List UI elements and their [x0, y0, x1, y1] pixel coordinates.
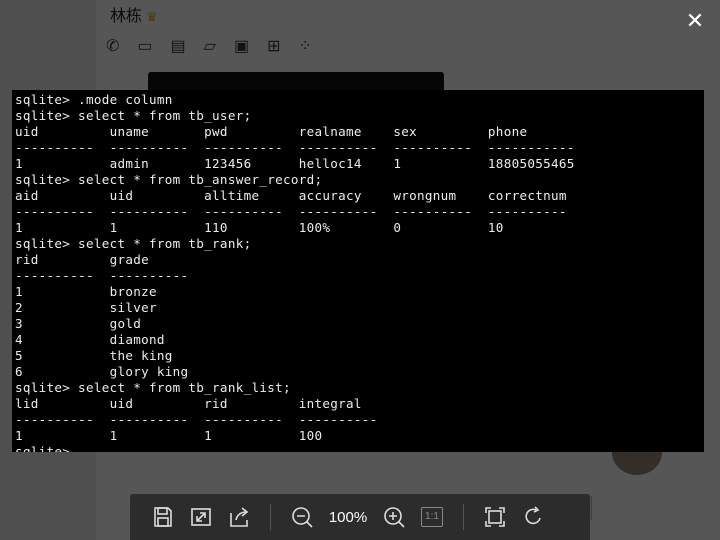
terminal-line: lid uid rid integral [15, 396, 362, 411]
zoom-out-icon [292, 507, 313, 528]
zoom-out-button[interactable] [289, 504, 315, 530]
terminal-line: ---------- ---------- ---------- -------… [15, 412, 378, 427]
terminal-line: ---------- ---------- [15, 268, 189, 283]
terminal-output: sqlite> .mode column sqlite> select * fr… [12, 90, 704, 452]
actual-size-button[interactable]: 1:1 [419, 504, 445, 530]
viewed-image-terminal: sqlite> .mode column sqlite> select * fr… [12, 90, 704, 452]
terminal-line: 6 glory king [15, 364, 189, 379]
terminal-line: 1 1 110 100% 0 10 [15, 220, 504, 235]
terminal-line: sqlite> select * from tb_answer_record; [15, 172, 323, 187]
rotate-icon [525, 506, 541, 525]
terminal-line: uid uname pwd realname sex phone [15, 124, 528, 139]
zoom-in-button[interactable] [381, 504, 407, 530]
terminal-line: 1 admin 123456 helloc14 1 18805055465 [15, 156, 575, 171]
fullscreen-icon [485, 507, 505, 527]
terminal-line: ---------- ---------- ---------- -------… [15, 140, 575, 155]
terminal-line: 1 1 1 100 [15, 428, 323, 443]
terminal-line: rid grade [15, 252, 149, 267]
terminal-line: 5 the king [15, 348, 173, 363]
save-button[interactable] [150, 504, 176, 530]
close-button[interactable]: ✕ [682, 8, 708, 34]
save-icon [154, 507, 172, 527]
terminal-line: sqlite> select * from tb_user; [15, 108, 252, 123]
image-viewer-toolbar: 100% 1:1 [130, 494, 590, 540]
toolbar-divider [463, 504, 464, 530]
fullscreen-button[interactable] [482, 504, 508, 530]
zoom-in-icon [384, 507, 405, 528]
terminal-line: 3 gold [15, 316, 142, 331]
close-icon: ✕ [685, 8, 705, 33]
fit-window-icon [191, 508, 211, 526]
terminal-line: sqlite> [15, 444, 71, 452]
share-button[interactable] [226, 504, 252, 530]
rotate-button[interactable] [520, 504, 546, 530]
toolbar-divider [270, 504, 271, 530]
terminal-line: aid uid alltime accuracy wrongnum correc… [15, 188, 567, 203]
terminal-line: sqlite> select * from tb_rank_list; [15, 380, 291, 395]
fit-window-button[interactable] [188, 504, 214, 530]
actual-size-icon: 1:1 [421, 507, 443, 527]
share-icon [230, 507, 249, 527]
terminal-line: 2 silver [15, 300, 157, 315]
terminal-line: sqlite> select * from tb_rank; [15, 236, 252, 251]
terminal-line: 4 diamond [15, 332, 165, 347]
zoom-level: 100% [328, 508, 368, 526]
terminal-line: 1 bronze [15, 284, 157, 299]
terminal-line: sqlite> .mode column [15, 92, 173, 107]
terminal-line: ---------- ---------- ---------- -------… [15, 204, 567, 219]
